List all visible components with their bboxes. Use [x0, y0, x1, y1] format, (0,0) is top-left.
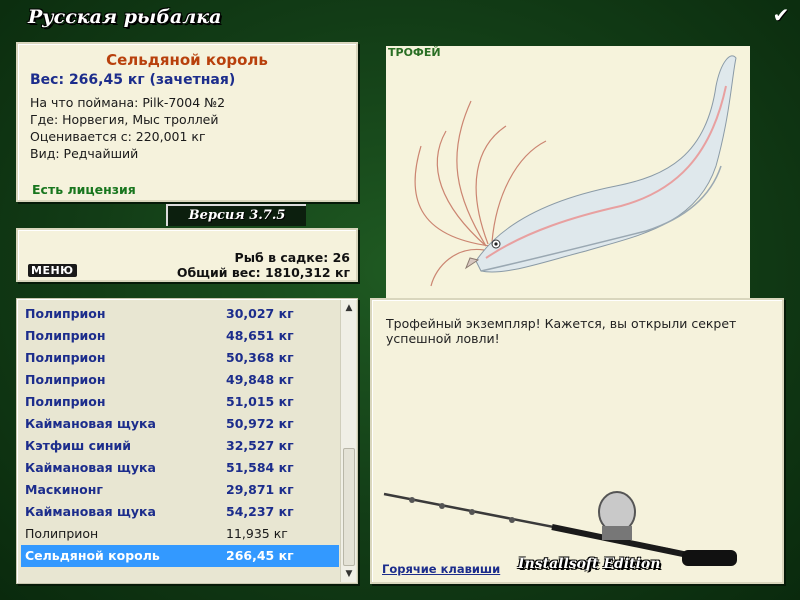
- fish-weight-cell: 29,871 кг: [226, 482, 294, 497]
- fish-weight-cell: 266,45 кг: [226, 548, 294, 563]
- rated-from: Оценивается с: 220,001 кг: [30, 129, 206, 144]
- catch-list[interactable]: Полиприон 30,027 кг Полиприон 48,651 кг Поли…: [21, 303, 339, 567]
- fish-name-cell: Каймановая щука: [25, 460, 156, 475]
- caught-with: На что поймана: Pilk-7004 №2: [30, 95, 226, 110]
- fish-weight-cell: 11,935 кг: [226, 526, 288, 541]
- scroll-up-icon[interactable]: ▲: [341, 300, 357, 316]
- caught-where: Где: Норвегия, Мыс троллей: [30, 112, 219, 127]
- list-item[interactable]: Каймановая щука 54,237 кг: [21, 501, 339, 523]
- stats-panel: МЕНЮ Рыб в садке: 26 Общий вес: 1810,312…: [16, 228, 358, 282]
- list-item[interactable]: Полиприон 49,848 кг: [21, 369, 339, 391]
- list-item[interactable]: Каймановая щука 51,584 кг: [21, 457, 339, 479]
- list-item[interactable]: Маскинонг 29,871 кг: [21, 479, 339, 501]
- menu-button[interactable]: МЕНЮ: [28, 264, 77, 277]
- fish-name: Сельдяной король: [106, 51, 268, 69]
- fish-info-panel: Сельдяной король Вес: 266,45 кг (зачетна…: [16, 42, 358, 202]
- license-status: Есть лицензия: [32, 182, 136, 197]
- scroll-thumb[interactable]: [343, 448, 355, 566]
- fish-weight-cell: 48,651 кг: [226, 328, 294, 343]
- fish-name-cell: Полиприон: [25, 328, 106, 343]
- fish-name-cell: Каймановая щука: [25, 416, 156, 431]
- trophy-message: Трофейный экземпляр! Кажется, вы открыли…: [386, 316, 737, 346]
- message-panel: Трофейный экземпляр! Кажется, вы открыли…: [370, 298, 784, 584]
- catch-list-panel: Полиприон 30,027 кг Полиприон 48,651 кг Поли…: [16, 298, 358, 584]
- list-item[interactable]: Каймановая щука 50,972 кг: [21, 413, 339, 435]
- list-item[interactable]: Сельдяной король 266,45 кг: [21, 545, 339, 567]
- checkmark-icon[interactable]: ✔: [770, 4, 792, 26]
- hotkeys-link[interactable]: Горячие клавиши: [382, 562, 500, 576]
- fish-name-cell: Сельдяной король: [25, 548, 160, 563]
- fish-name-cell: Полиприон: [25, 394, 106, 409]
- fish-weight-cell: 49,848 кг: [226, 372, 294, 387]
- version-banner: Версия 3.7.5: [166, 204, 306, 226]
- oarfish-image: [414, 55, 737, 287]
- fish-name-cell: Полиприон: [25, 526, 99, 541]
- list-item[interactable]: Полиприон 51,015 кг: [21, 391, 339, 413]
- fish-weight-cell: 30,027 кг: [226, 306, 294, 321]
- list-item[interactable]: Кэтфиш синий 32,527 кг: [21, 435, 339, 457]
- fish-weight-cell: 54,237 кг: [226, 504, 294, 519]
- scrollbar[interactable]: ▲ ▼: [340, 300, 356, 582]
- fish-name-cell: Полиприон: [25, 372, 106, 387]
- list-item[interactable]: Полиприон 30,027 кг: [21, 303, 339, 325]
- total-weight: Общий вес: 1810,312 кг: [176, 265, 350, 280]
- fish-name-cell: Полиприон: [25, 306, 106, 321]
- edition-label: Installsoft Edition: [518, 556, 661, 572]
- app-title: Русская рыбалка: [28, 6, 222, 28]
- fish-weight-cell: 50,972 кг: [226, 416, 294, 431]
- trophy-label: ТРОФЕЙ: [388, 46, 441, 59]
- fish-weight-cell: 51,015 кг: [226, 394, 294, 409]
- fish-name-cell: Кэтфиш синий: [25, 438, 131, 453]
- fish-name-cell: Полиприон: [25, 350, 106, 365]
- fish-count: Рыб в садке: 26: [234, 250, 350, 265]
- fish-kind: Вид: Редчайший: [30, 146, 139, 161]
- fish-weight-cell: 51,584 кг: [226, 460, 294, 475]
- list-item[interactable]: Полиприон 50,368 кг: [21, 347, 339, 369]
- list-item[interactable]: Полиприон 11,935 кг: [21, 523, 339, 545]
- fish-weight: Вес: 266,45 кг (зачетная): [30, 72, 236, 88]
- fish-weight-cell: 32,527 кг: [226, 438, 294, 453]
- fish-name-cell: Каймановая щука: [25, 504, 156, 519]
- fish-name-cell: Маскинонг: [25, 482, 103, 497]
- trophy-image-panel: ТРОФЕЙ: [386, 46, 750, 298]
- list-item[interactable]: Полиприон 48,651 кг: [21, 325, 339, 347]
- scroll-down-icon[interactable]: ▼: [341, 566, 357, 582]
- fish-weight-cell: 50,368 кг: [226, 350, 294, 365]
